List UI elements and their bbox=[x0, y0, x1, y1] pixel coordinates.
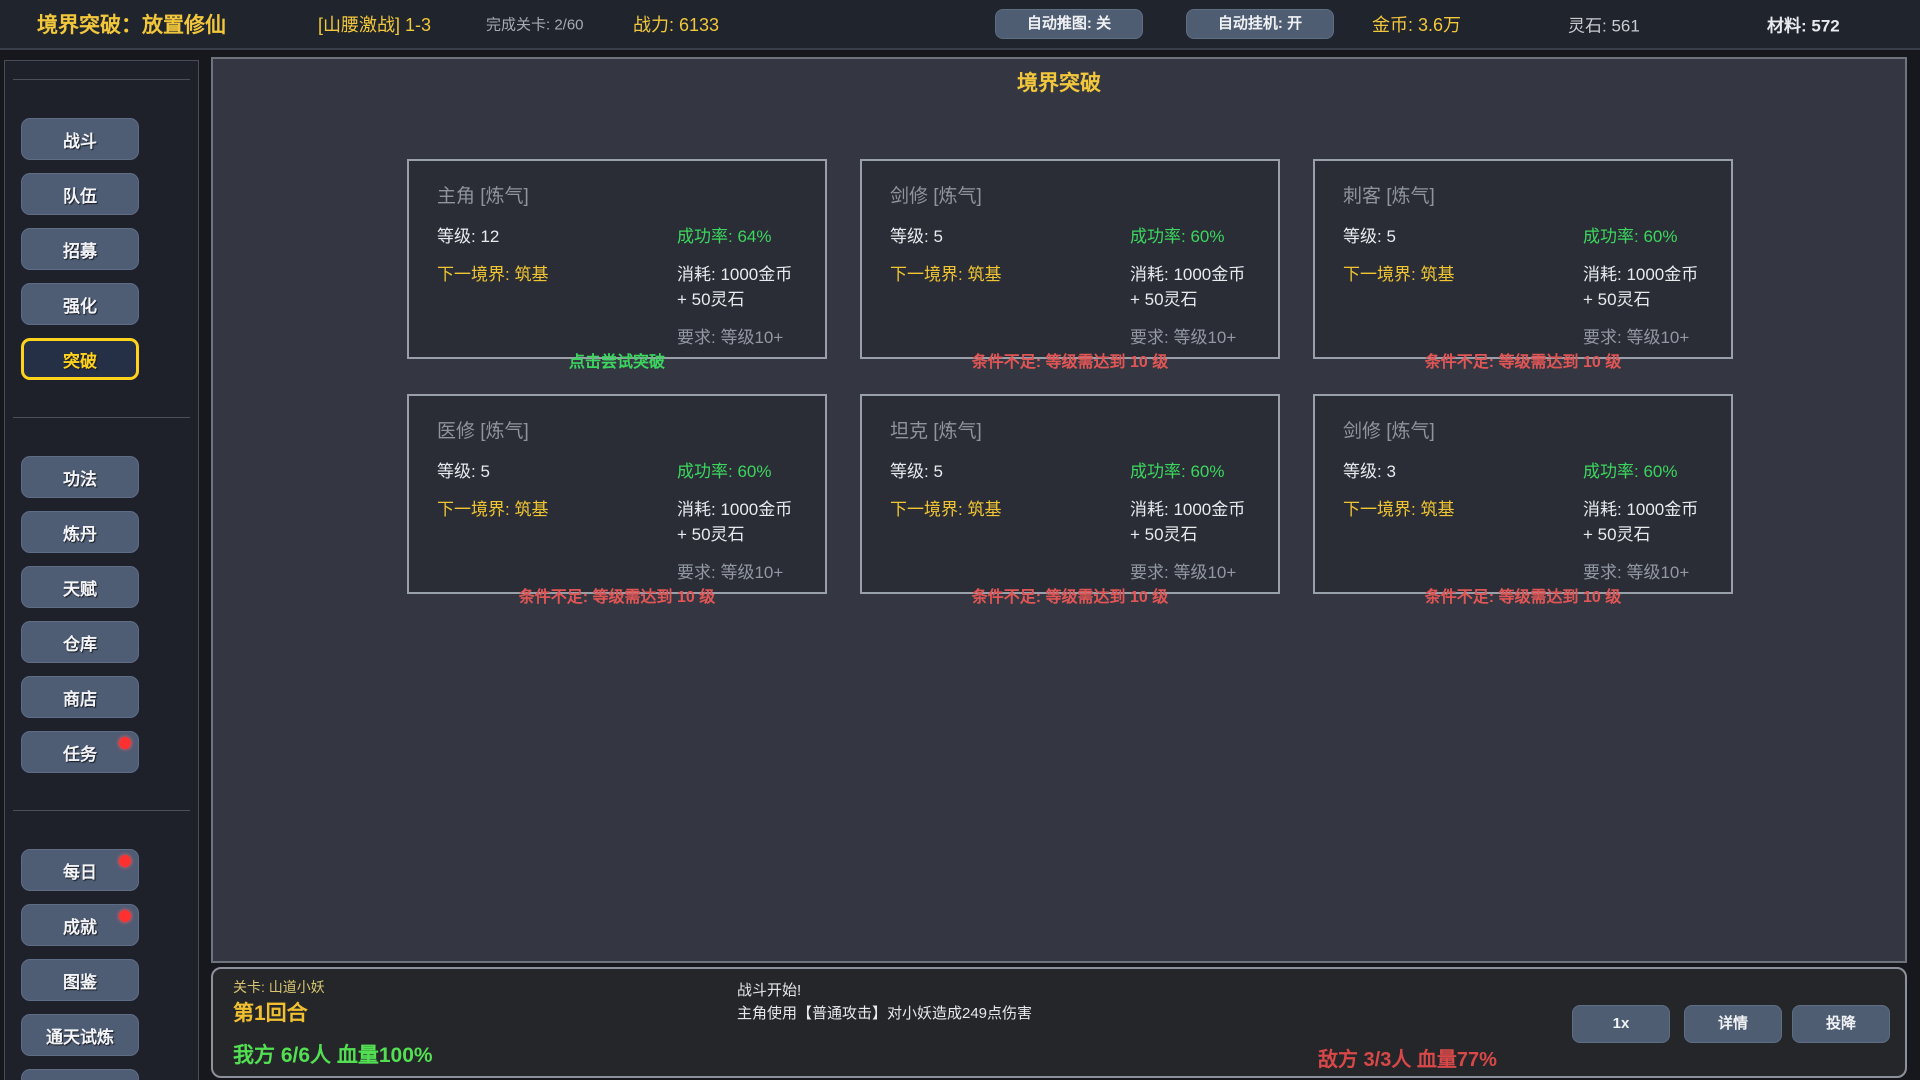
requirement-value: 要求: 等级10+ bbox=[1583, 558, 1703, 583]
top-bar: 境界突破：放置修仙 [山腰激战] 1-3 完成关卡: 2/60 战力: 6133… bbox=[0, 0, 1920, 50]
breakthrough-blocked-message: 条件不足: 等级需达到 10 级 bbox=[890, 348, 1250, 372]
sidebar-item-team[interactable]: 队伍 bbox=[21, 173, 139, 215]
sidebar-item-talent[interactable]: 天赋 bbox=[21, 566, 139, 608]
battle-stage-label: 关卡: 山道小妖 bbox=[233, 977, 325, 997]
sidebar-item-battle[interactable]: 战斗 bbox=[21, 118, 139, 160]
requirement-value: 要求: 等级10+ bbox=[677, 558, 797, 583]
success-rate-value: 成功率: 60% bbox=[1583, 457, 1703, 482]
gold-counter: 金币: 3.6万 bbox=[1372, 11, 1461, 37]
battle-log-line: 主角使用【普通攻击】对小妖造成249点伤害 bbox=[737, 1002, 1032, 1023]
requirement-value: 要求: 等级10+ bbox=[1583, 323, 1703, 348]
battle-round-label: 第1回合 bbox=[233, 997, 308, 1027]
level-value: 等级: 3 bbox=[1343, 457, 1583, 482]
sidebar-item-enhance[interactable]: 强化 bbox=[21, 283, 139, 325]
battle-log-line: 战斗开始! bbox=[737, 979, 801, 1000]
page-title: 境界突破 bbox=[213, 67, 1905, 97]
breakthrough-card-tank: 坦克 [炼气] 等级: 5 成功率: 60% 下一境界: 筑基 消耗: 1000… bbox=[860, 394, 1280, 594]
battle-detail-button[interactable]: 详情 bbox=[1684, 1005, 1782, 1043]
breakthrough-card-assassin: 刺客 [炼气] 等级: 5 成功率: 60% 下一境界: 筑基 消耗: 1000… bbox=[1313, 159, 1733, 359]
next-realm-value: 下一境界: 筑基 bbox=[437, 495, 677, 545]
cost-value: 消耗: 1000金币 + 50灵石 bbox=[1583, 495, 1703, 545]
sidebar-item-codex[interactable]: 图鉴 bbox=[21, 959, 139, 1001]
notification-dot bbox=[119, 855, 131, 867]
attempt-breakthrough-action[interactable]: 点击尝试突破 bbox=[437, 348, 797, 372]
cost-value: 消耗: 1000金币 + 50灵石 bbox=[1583, 260, 1703, 310]
character-name: 剑修 [炼气] bbox=[890, 181, 1250, 208]
battle-status-bar: 关卡: 山道小妖 第1回合 我方 6/6人 血量100% 战斗开始! 主角使用【… bbox=[211, 967, 1907, 1078]
spirit-stone-counter: 灵石: 561 bbox=[1568, 12, 1640, 37]
character-name: 坦克 [炼气] bbox=[890, 416, 1250, 443]
notification-dot bbox=[119, 910, 131, 922]
success-rate-value: 成功率: 60% bbox=[677, 457, 797, 482]
success-rate-value: 成功率: 60% bbox=[1583, 222, 1703, 247]
character-name: 剑修 [炼气] bbox=[1343, 416, 1703, 443]
material-counter: 材料: 572 bbox=[1767, 12, 1840, 37]
cost-value: 消耗: 1000金币 + 50灵石 bbox=[1130, 260, 1250, 310]
breakthrough-blocked-message: 条件不足: 等级需达到 10 级 bbox=[1343, 583, 1703, 607]
sidebar-item-quests[interactable]: 任务 bbox=[21, 731, 139, 773]
cost-value: 消耗: 1000金币 + 50灵石 bbox=[677, 260, 797, 310]
sidebar-item-trial[interactable]: 通天试炼 bbox=[21, 1014, 139, 1056]
success-rate-value: 成功率: 60% bbox=[1130, 222, 1250, 247]
auto-idle-toggle-button[interactable]: 自动挂机: 开 bbox=[1186, 9, 1334, 39]
breakthrough-panel: 境界突破 主角 [炼气] 等级: 12 成功率: 64% 下一境界: 筑基 消耗… bbox=[211, 57, 1907, 963]
breakthrough-blocked-message: 条件不足: 等级需达到 10 级 bbox=[890, 583, 1250, 607]
character-name: 刺客 [炼气] bbox=[1343, 181, 1703, 208]
level-value: 等级: 5 bbox=[1343, 222, 1583, 247]
cost-value: 消耗: 1000金币 + 50灵石 bbox=[1130, 495, 1250, 545]
success-rate-value: 成功率: 64% bbox=[677, 222, 797, 247]
completed-stages-label: 完成关卡: 2/60 bbox=[486, 14, 584, 35]
sidebar-item-breakthrough[interactable]: 突破 bbox=[21, 338, 139, 380]
sidebar-item-techniques[interactable]: 功法 bbox=[21, 456, 139, 498]
auto-push-toggle-button[interactable]: 自动推图: 关 bbox=[995, 9, 1143, 39]
sidebar-item-recruit[interactable]: 招募 bbox=[21, 228, 139, 270]
character-name: 医修 [炼气] bbox=[437, 416, 797, 443]
next-realm-value: 下一境界: 筑基 bbox=[1343, 260, 1583, 310]
next-realm-value: 下一境界: 筑基 bbox=[890, 495, 1130, 545]
sidebar-item-guide[interactable]: 修仙指南 bbox=[21, 1069, 139, 1080]
requirement-value: 要求: 等级10+ bbox=[1130, 558, 1250, 583]
sidebar-item-alchemy[interactable]: 炼丹 bbox=[21, 511, 139, 553]
level-value: 等级: 12 bbox=[437, 222, 677, 247]
breakthrough-card-swordsman: 剑修 [炼气] 等级: 5 成功率: 60% 下一境界: 筑基 消耗: 1000… bbox=[860, 159, 1280, 359]
next-realm-value: 下一境界: 筑基 bbox=[890, 260, 1130, 310]
breakthrough-card-hero: 主角 [炼气] 等级: 12 成功率: 64% 下一境界: 筑基 消耗: 100… bbox=[407, 159, 827, 359]
level-value: 等级: 5 bbox=[437, 457, 677, 482]
character-name: 主角 [炼气] bbox=[437, 181, 797, 208]
sidebar-item-shop[interactable]: 商店 bbox=[21, 676, 139, 718]
app-title: 境界突破：放置修仙 bbox=[37, 9, 226, 39]
level-value: 等级: 5 bbox=[890, 222, 1130, 247]
breakthrough-card-grid: 主角 [炼气] 等级: 12 成功率: 64% 下一境界: 筑基 消耗: 100… bbox=[407, 159, 1733, 594]
cost-value: 消耗: 1000金币 + 50灵石 bbox=[677, 495, 797, 545]
power-label: 战力: 6133 bbox=[633, 11, 719, 37]
requirement-value: 要求: 等级10+ bbox=[677, 323, 797, 348]
ally-status-label: 我方 6/6人 血量100% bbox=[233, 1039, 433, 1069]
battle-speed-button[interactable]: 1x bbox=[1572, 1005, 1670, 1043]
breakthrough-blocked-message: 条件不足: 等级需达到 10 级 bbox=[437, 583, 797, 607]
sidebar-item-achievements[interactable]: 成就 bbox=[21, 904, 139, 946]
current-stage-label: [山腰激战] 1-3 bbox=[318, 11, 431, 37]
notification-dot bbox=[119, 737, 131, 749]
breakthrough-blocked-message: 条件不足: 等级需达到 10 级 bbox=[1343, 348, 1703, 372]
success-rate-value: 成功率: 60% bbox=[1130, 457, 1250, 482]
sidebar-nav: 战斗 队伍 招募 强化 突破 功法 炼丹 天赋 仓库 商店 任务 每日 成就 图… bbox=[4, 60, 199, 1080]
level-value: 等级: 5 bbox=[890, 457, 1130, 482]
requirement-value: 要求: 等级10+ bbox=[1130, 323, 1250, 348]
surrender-button[interactable]: 投降 bbox=[1792, 1005, 1890, 1043]
breakthrough-card-healer: 医修 [炼气] 等级: 5 成功率: 60% 下一境界: 筑基 消耗: 1000… bbox=[407, 394, 827, 594]
next-realm-value: 下一境界: 筑基 bbox=[1343, 495, 1583, 545]
breakthrough-card-swordsman-2: 剑修 [炼气] 等级: 3 成功率: 60% 下一境界: 筑基 消耗: 1000… bbox=[1313, 394, 1733, 594]
sidebar-item-warehouse[interactable]: 仓库 bbox=[21, 621, 139, 663]
next-realm-value: 下一境界: 筑基 bbox=[437, 260, 677, 310]
sidebar-item-daily[interactable]: 每日 bbox=[21, 849, 139, 891]
enemy-status-label: 敌方 3/3人 血量77% bbox=[1318, 1043, 1497, 1072]
